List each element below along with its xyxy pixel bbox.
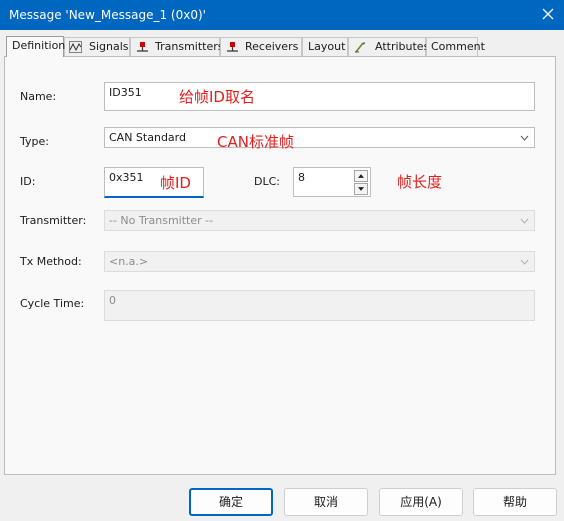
id-value: 0x351 xyxy=(109,171,144,184)
help-button[interactable]: 帮助 xyxy=(473,488,557,516)
spin-down-icon xyxy=(358,187,364,191)
cycle-time-label: Cycle Time: xyxy=(20,297,85,310)
chevron-down-icon xyxy=(520,135,529,141)
tab-layout-label: Layout xyxy=(308,40,346,53)
cycle-time-value: 0 xyxy=(109,294,116,307)
tab-transmitters-label: Transmitters xyxy=(155,40,224,53)
attributes-icon xyxy=(355,42,365,53)
tab-receivers-label: Receivers xyxy=(245,40,299,53)
type-label: Type: xyxy=(20,135,49,148)
receiver-node-icon xyxy=(227,42,238,52)
transmitter-select[interactable]: -- No Transmitter -- xyxy=(104,210,535,231)
id-label: ID: xyxy=(20,175,36,188)
type-value: CAN Standard xyxy=(109,131,186,144)
tx-method-select[interactable]: <n.a.> xyxy=(104,251,535,272)
tx-method-value: <n.a.> xyxy=(109,255,149,268)
annotation-name: 给帧ID取名 xyxy=(179,88,255,106)
dlc-value: 8 xyxy=(298,171,305,184)
spin-up-icon xyxy=(358,174,364,178)
tab-definition[interactable]: Definition xyxy=(6,36,66,57)
dlc-spinbox[interactable]: 8 xyxy=(293,167,371,197)
tab-signals-label: Signals xyxy=(89,40,129,53)
name-label: Name: xyxy=(20,90,57,103)
tab-attributes-label: Attributes xyxy=(375,40,430,53)
tab-attributes[interactable]: Attributes xyxy=(348,37,430,56)
title-bar: Message 'New_Message_1 (0x0)' xyxy=(0,0,564,30)
type-select[interactable]: CAN Standard xyxy=(104,127,535,148)
cycle-time-input[interactable]: 0 xyxy=(104,290,535,321)
tab-transmitters[interactable]: Transmitters xyxy=(130,37,224,56)
transmitter-value: -- No Transmitter -- xyxy=(109,214,214,227)
annotation-id: 帧ID xyxy=(160,174,191,192)
tab-comment-label: Comment xyxy=(431,40,485,53)
name-value: ID351 xyxy=(109,86,142,99)
name-input[interactable]: ID351 xyxy=(104,82,535,111)
transmitter-node-icon xyxy=(137,42,148,52)
tab-receivers[interactable]: Receivers xyxy=(220,37,302,56)
close-icon[interactable] xyxy=(539,5,557,23)
transmitter-label: Transmitter: xyxy=(20,214,87,227)
dlc-label: DLC: xyxy=(254,175,280,188)
ok-button[interactable]: 确定 xyxy=(189,488,273,516)
chevron-down-icon xyxy=(520,218,529,224)
tab-signals[interactable]: Signals xyxy=(64,37,130,56)
dlc-increment-button[interactable] xyxy=(354,170,368,182)
tab-layout[interactable]: Layout xyxy=(302,37,348,56)
tab-definition-label: Definition xyxy=(12,39,66,52)
tab-comment[interactable]: Comment xyxy=(426,37,485,56)
cancel-button[interactable]: 取消 xyxy=(284,488,368,516)
tx-method-label: Tx Method: xyxy=(20,255,82,268)
chevron-down-icon xyxy=(520,259,529,265)
signals-icon xyxy=(69,41,82,53)
annotation-type: CAN标准帧 xyxy=(217,133,294,151)
apply-button[interactable]: 应用(A) xyxy=(379,488,463,516)
annotation-dlc: 帧长度 xyxy=(397,173,443,191)
window-title: Message 'New_Message_1 (0x0)' xyxy=(9,8,206,22)
tab-strip: Definition Signals Transmitters Receiver… xyxy=(0,36,564,57)
dlc-decrement-button[interactable] xyxy=(354,183,368,195)
